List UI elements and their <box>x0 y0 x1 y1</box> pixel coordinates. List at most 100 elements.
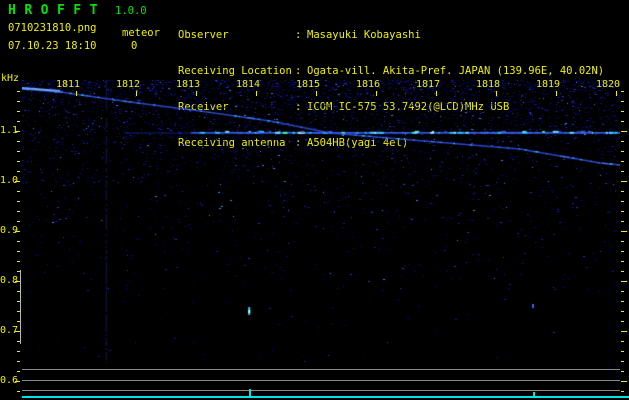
x-tick-label: 1812 <box>115 79 141 90</box>
info-row: Observer: Masayuki Kobayashi <box>178 29 604 41</box>
x-tick-label: 1816 <box>355 79 381 90</box>
y-minor-tick <box>17 271 20 272</box>
y-minor-tick <box>17 321 20 322</box>
y-minor-tick-right <box>621 191 624 192</box>
y-minor-tick <box>17 201 20 202</box>
y-minor-tick-right <box>621 271 624 272</box>
y-minor-tick-right <box>621 311 624 312</box>
y-major-tick <box>15 331 20 332</box>
x-minute-tick <box>256 91 257 96</box>
x-minute-tick <box>496 91 497 96</box>
y-minor-tick-right <box>621 161 624 162</box>
y-minor-tick <box>17 241 20 242</box>
y-minor-tick-right <box>621 321 624 322</box>
meteor-activity-mark <box>249 389 251 397</box>
y-minor-tick <box>17 101 20 102</box>
y-minor-tick-right <box>621 201 624 202</box>
info-row: Receiving Location: Ogata-vill. Akita-Pre… <box>178 65 604 77</box>
y-minor-tick-right <box>621 361 624 362</box>
x-minute-tick <box>136 91 137 96</box>
y-minor-tick-right <box>621 211 624 212</box>
y-minor-tick-right <box>621 241 624 242</box>
datetime-label: 07.10.23 18:10 <box>8 40 97 52</box>
x-minute-tick <box>556 91 557 96</box>
info-value: Masayuki Kobayashi <box>307 29 421 41</box>
hrofft-screen: HROFFT 1.0.0 0710231810.png meteor 07.10… <box>0 0 629 400</box>
level-baseline <box>22 396 629 398</box>
level-grid-line <box>22 380 620 381</box>
y-minor-tick-right <box>621 351 624 352</box>
y-minor-tick <box>17 261 20 262</box>
y-major-tick <box>15 181 20 182</box>
meteor-activity-mark <box>533 392 535 397</box>
x-minute-tick <box>616 91 617 96</box>
info-separator: : <box>295 65 302 77</box>
y-minor-tick-right <box>621 251 624 252</box>
y-major-tick-right <box>621 181 627 182</box>
x-minute-tick <box>436 91 437 96</box>
y-minor-tick <box>17 311 20 312</box>
y-minor-tick-right <box>621 141 624 142</box>
y-minor-tick <box>17 391 20 392</box>
x-minute-tick <box>376 91 377 96</box>
y-minor-tick-right <box>621 111 624 112</box>
y-minor-tick <box>17 191 20 192</box>
x-tick-label: 1818 <box>475 79 501 90</box>
y-major-tick <box>15 131 20 132</box>
y-minor-tick <box>17 171 20 172</box>
y-major-tick <box>15 381 20 382</box>
y-tick-label: 1.1 <box>0 125 19 136</box>
y-tick-label: 0.6 <box>0 375 19 386</box>
y-minor-tick <box>17 301 20 302</box>
y-tick-label: 0.9 <box>0 225 19 236</box>
y-minor-tick-right <box>621 171 624 172</box>
y-minor-tick-right <box>621 291 624 292</box>
y-tick-label: 1.0 <box>0 175 19 186</box>
info-label: Receiving Location <box>178 65 292 77</box>
y-minor-tick-right <box>621 101 624 102</box>
y-major-tick-right <box>621 131 627 132</box>
spectrogram-canvas <box>22 80 620 363</box>
y-axis-unit-label: kHz <box>1 73 20 84</box>
y-tick-label: 0.7 <box>0 325 19 336</box>
y-tick-label: 0.8 <box>0 275 19 286</box>
y-minor-tick <box>17 211 20 212</box>
info-value: Ogata-vill. Akita-Pref. JAPAN (139.96E, … <box>307 65 605 77</box>
level-grid-line <box>22 390 620 391</box>
y-minor-tick-right <box>621 371 624 372</box>
level-scale-bar <box>20 270 21 344</box>
y-minor-tick <box>17 371 20 372</box>
app-title: HROFFT <box>8 3 106 18</box>
y-minor-tick <box>17 91 20 92</box>
y-minor-tick <box>17 121 20 122</box>
y-major-tick-right <box>621 281 627 282</box>
meteor-count: 0 <box>131 40 138 52</box>
y-minor-tick-right <box>621 151 624 152</box>
info-separator: : <box>295 29 302 41</box>
y-minor-tick-right <box>621 121 624 122</box>
y-minor-tick <box>17 351 20 352</box>
y-minor-tick <box>17 251 20 252</box>
info-label: Observer <box>178 29 229 41</box>
y-major-tick-right <box>621 331 627 332</box>
y-minor-tick-right <box>621 301 624 302</box>
x-tick-label: 1817 <box>415 79 441 90</box>
y-major-tick-right <box>621 381 627 382</box>
y-minor-tick <box>17 111 20 112</box>
x-tick-label: 1819 <box>535 79 561 90</box>
y-minor-tick <box>17 141 20 142</box>
y-minor-tick <box>17 291 20 292</box>
x-tick-label: 1813 <box>175 79 201 90</box>
y-minor-tick-right <box>621 221 624 222</box>
mode-label: meteor <box>122 27 160 39</box>
x-minute-tick <box>316 91 317 96</box>
level-grid-line <box>22 369 620 370</box>
x-tick-label: 1814 <box>235 79 261 90</box>
x-minute-tick <box>196 91 197 96</box>
y-major-tick <box>15 281 20 282</box>
y-minor-tick <box>17 221 20 222</box>
y-minor-tick <box>17 341 20 342</box>
y-minor-tick-right <box>621 261 624 262</box>
output-filename: 0710231810.png <box>8 22 97 34</box>
y-minor-tick-right <box>621 341 624 342</box>
